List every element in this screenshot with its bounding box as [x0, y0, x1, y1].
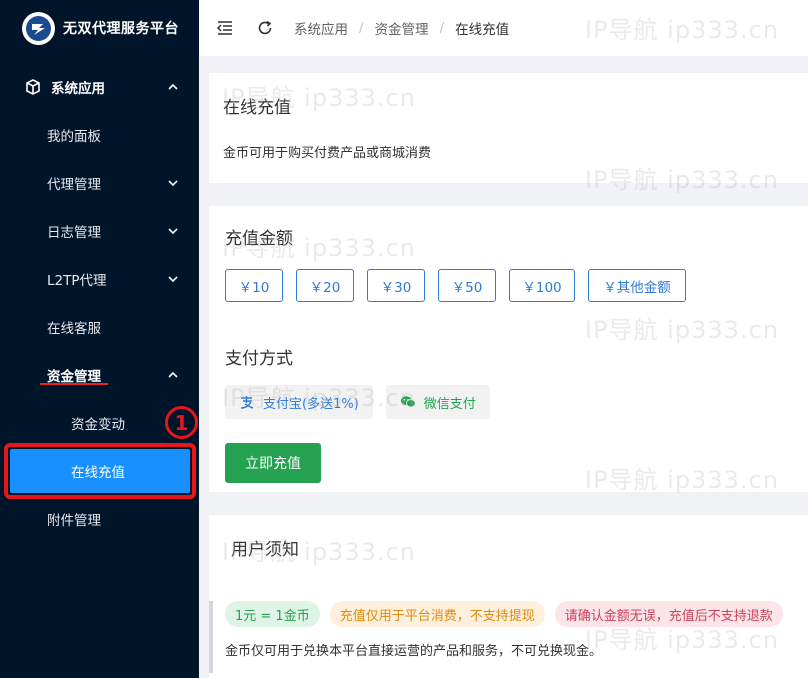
chevron-up-icon: [168, 371, 178, 378]
pay-alipay-button[interactable]: 支付宝(多送1%): [225, 385, 373, 419]
amount-option-10[interactable]: ￥10: [225, 269, 283, 302]
brand-logo-icon: [22, 11, 55, 45]
notice-title: 用户须知: [231, 540, 299, 560]
pay-wechat-button[interactable]: 微信支付: [385, 385, 490, 419]
breadcrumb-current: 在线充值: [455, 22, 510, 38]
page-header-card: 在线充值 金币可用于购买付费产品或商城消费: [209, 73, 808, 183]
sidebar: 无双代理服务平台 系统应用 我的面板 代理管理 日志管理 L2TP代理 在线客服…: [0, 0, 199, 678]
breadcrumb-item[interactable]: 系统应用: [294, 18, 348, 38]
sidebar-item-funds[interactable]: 资金管理: [0, 351, 199, 399]
sidebar-item-support[interactable]: 在线客服: [0, 303, 199, 351]
amount-option-other[interactable]: ￥其他金额: [588, 269, 686, 302]
pay-alipay-label: 支付宝(多送1%): [263, 396, 359, 412]
amount-option-50[interactable]: ￥50: [438, 269, 496, 302]
breadcrumb: 系统应用 / 资金管理 / 在线充值: [294, 18, 509, 38]
page-title: 在线充值: [223, 98, 291, 118]
sidebar-item-label: L2TP代理: [47, 273, 107, 289]
amount-option-100[interactable]: ￥100: [509, 269, 575, 302]
amount-option-30[interactable]: ￥30: [367, 269, 425, 302]
sidebar-item-online-recharge[interactable]: 在线充值: [10, 449, 190, 493]
sidebar-item-label: 资金变动: [71, 417, 125, 433]
pay-wechat-label: 微信支付: [423, 396, 476, 412]
sidebar-item-label: 日志管理: [47, 225, 101, 241]
breadcrumb-separator: /: [439, 20, 445, 36]
sidebar-item-logs[interactable]: 日志管理: [0, 207, 199, 255]
amount-option-20[interactable]: ￥20: [296, 269, 354, 302]
annotation-underline: [40, 383, 108, 385]
notice-tags: 1元 = 1金币 充值仅用于平台消费，不支持提现 请确认金额无误，充值后不支持退…: [225, 601, 793, 627]
breadcrumb-separator: /: [359, 20, 364, 36]
notice-tag: 请确认金额无误，充值后不支持退款: [554, 601, 783, 627]
brand-title: 无双代理服务平台: [63, 21, 179, 37]
sidebar-item-label: 代理管理: [47, 177, 101, 193]
topbar: 系统应用 / 资金管理 / 在线充值: [199, 0, 808, 56]
notice-text: 金币仅可用于兑换本平台直接运营的产品和服务，不可兑换现金。: [225, 644, 603, 659]
amount-options: ￥10 ￥20 ￥30 ￥50 ￥100 ￥其他金额: [225, 269, 792, 302]
page-description: 金币可用于购买付费产品或商城消费: [223, 146, 432, 161]
brand[interactable]: 无双代理服务平台: [0, 0, 199, 56]
pay-section-title: 支付方式: [225, 349, 293, 369]
alipay-icon: [239, 394, 255, 410]
chevron-down-icon: [168, 180, 178, 187]
menu-fold-icon[interactable]: [216, 19, 234, 37]
sidebar-group-system-apps[interactable]: 系统应用: [0, 63, 199, 111]
notice-tag: 1元 = 1金币: [225, 601, 320, 627]
submit-recharge-button[interactable]: 立即充值: [225, 443, 321, 483]
sidebar-item-label: 在线充值: [71, 465, 125, 481]
cube-icon: [24, 78, 42, 96]
chevron-down-icon: [168, 228, 178, 235]
breadcrumb-item[interactable]: 资金管理: [375, 18, 429, 38]
chevron-down-icon: [168, 276, 178, 283]
chevron-up-icon: [168, 83, 178, 90]
refresh-icon[interactable]: [256, 19, 274, 37]
sidebar-item-l2tp[interactable]: L2TP代理: [0, 255, 199, 303]
notice-blockquote-bar: [209, 601, 213, 673]
recharge-card: 充值金额 ￥10 ￥20 ￥30 ￥50 ￥100 ￥其他金额 支付方式 支付宝…: [209, 206, 808, 492]
sidebar-item-dashboard[interactable]: 我的面板: [0, 111, 199, 159]
sidebar-group-label: 系统应用: [51, 81, 105, 97]
wechat-icon: [400, 394, 416, 410]
sidebar-item-label: 在线客服: [47, 321, 101, 337]
notice-tag: 充值仅用于平台消费，不支持提现: [329, 601, 545, 627]
sidebar-item-label: 附件管理: [47, 513, 101, 529]
sidebar-item-label: 我的面板: [47, 129, 101, 145]
sidebar-item-attachments[interactable]: 附件管理: [0, 495, 199, 543]
pay-methods: 支付宝(多送1%) 微信支付: [225, 385, 792, 419]
amount-section-title: 充值金额: [225, 229, 293, 249]
sidebar-item-label: 资金管理: [47, 369, 101, 385]
annotation-number-badge: 1: [165, 406, 198, 439]
sidebar-item-proxy[interactable]: 代理管理: [0, 159, 199, 207]
